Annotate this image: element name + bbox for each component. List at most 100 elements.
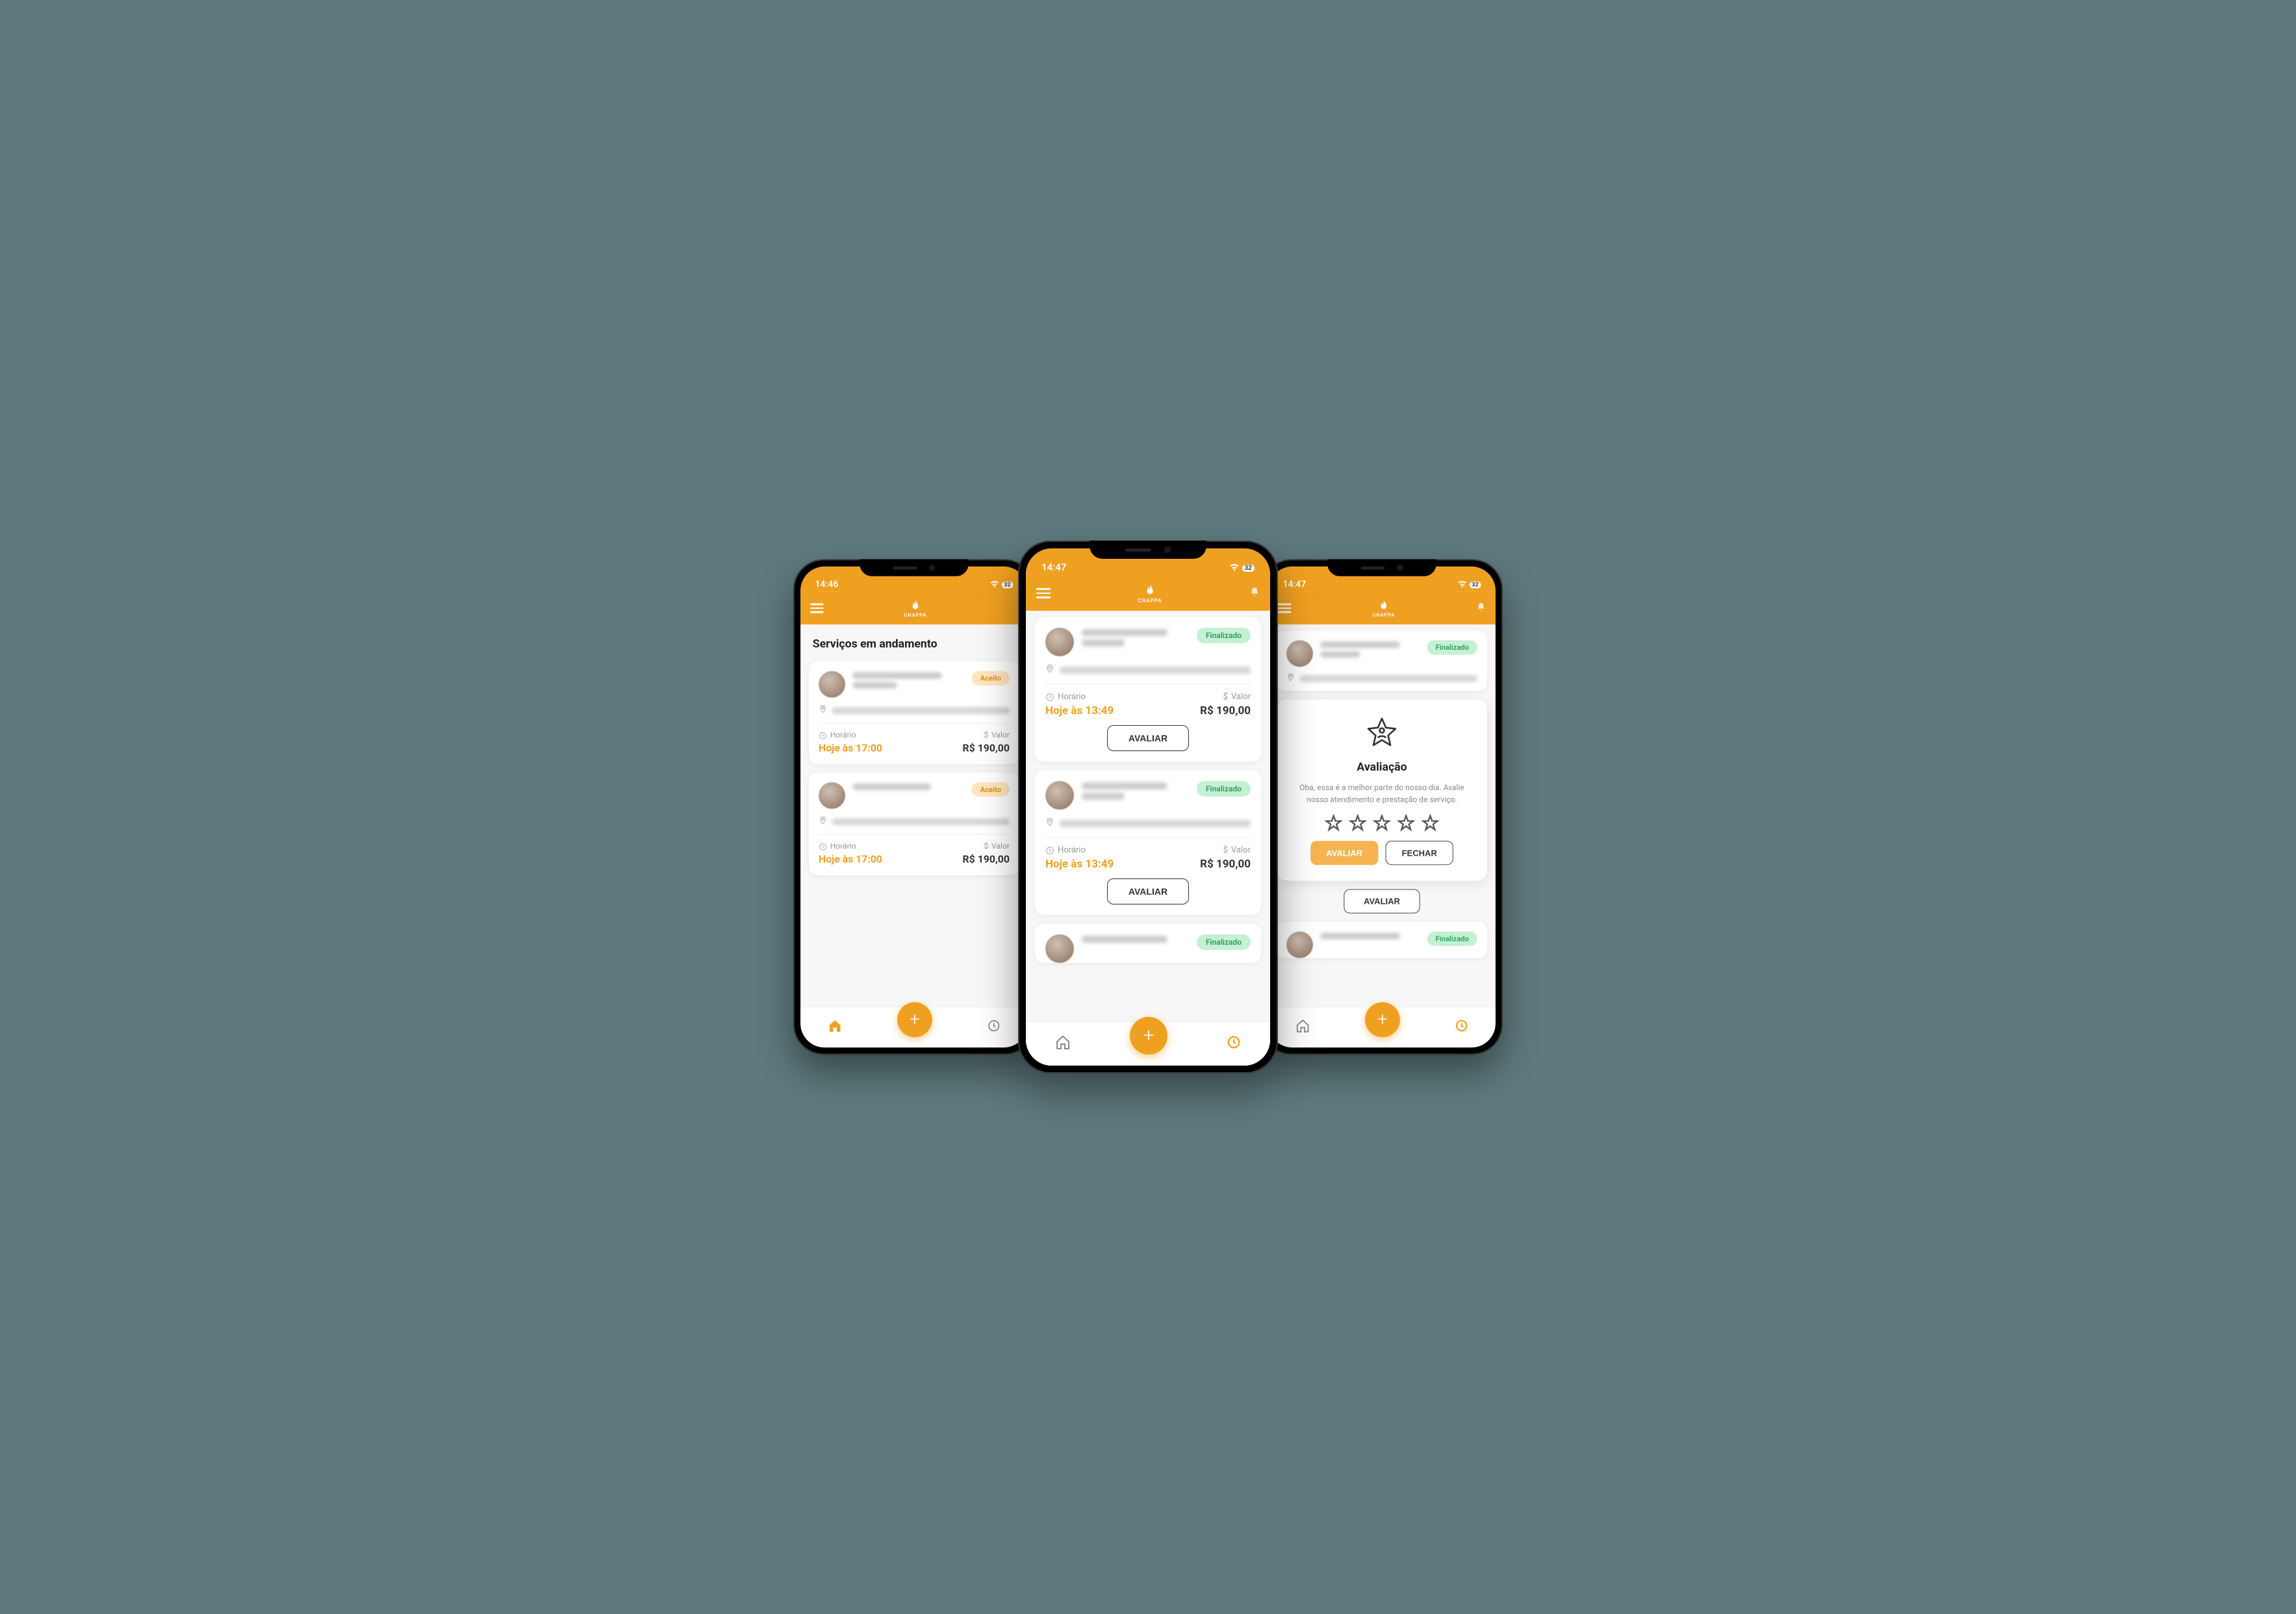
star-icon[interactable] bbox=[1373, 814, 1391, 832]
money-icon: $ bbox=[1223, 692, 1228, 702]
location-blurred bbox=[832, 818, 1010, 825]
app-logo: CHAPPA bbox=[1138, 583, 1162, 604]
bottom-nav: + bbox=[800, 1006, 1028, 1047]
pin-icon bbox=[1286, 673, 1295, 684]
rate-button[interactable]: AVALIAR bbox=[1344, 889, 1420, 913]
schedule-value: Hoje às 17:00 bbox=[819, 742, 882, 754]
phones-row: 14:46 32 CHAPPA Serviços em andamento bbox=[784, 541, 1512, 1073]
app-header: CHAPPA bbox=[800, 592, 1028, 624]
nav-home-icon[interactable] bbox=[1055, 1034, 1071, 1054]
clock-icon bbox=[1045, 846, 1054, 855]
money-icon: $ bbox=[984, 731, 989, 740]
status-icons: 32 bbox=[1229, 563, 1255, 573]
fab-add-button[interactable]: + bbox=[1365, 1002, 1400, 1037]
location-row bbox=[819, 816, 1010, 827]
location-row bbox=[819, 705, 1010, 716]
user-name-blurred bbox=[852, 782, 964, 790]
location-blurred bbox=[832, 707, 1010, 713]
user-name-blurred bbox=[1082, 628, 1189, 647]
menu-icon[interactable] bbox=[1036, 588, 1051, 598]
nav-history-icon[interactable] bbox=[1455, 1019, 1468, 1036]
menu-icon[interactable] bbox=[810, 604, 823, 613]
rate-button[interactable]: AVALIAR bbox=[1107, 725, 1189, 751]
money-icon: $ bbox=[1223, 845, 1228, 855]
status-time: 14:47 bbox=[1282, 578, 1306, 589]
pin-icon bbox=[1045, 664, 1054, 676]
price-value: R$ 190,00 bbox=[1200, 704, 1251, 717]
status-badge: Aceito bbox=[972, 671, 1010, 685]
service-card[interactable]: Finalizado Horário bbox=[1035, 617, 1261, 762]
service-card[interactable]: Finalizado bbox=[1277, 922, 1487, 958]
avatar bbox=[1045, 628, 1074, 656]
star-person-icon bbox=[1364, 715, 1400, 752]
page-title: Serviços em andamento bbox=[809, 630, 1019, 652]
content: Finalizado bbox=[1268, 624, 1496, 1047]
user-name-blurred bbox=[1320, 640, 1420, 658]
rating-stars[interactable] bbox=[1325, 814, 1440, 832]
star-icon[interactable] bbox=[1421, 814, 1439, 832]
avatar bbox=[1045, 781, 1074, 810]
avatar bbox=[1045, 934, 1074, 963]
money-icon: $ bbox=[984, 842, 989, 851]
notification-icon[interactable] bbox=[1476, 602, 1486, 615]
schedule-label: Horário bbox=[1045, 692, 1114, 702]
service-card[interactable]: Finalizado bbox=[1035, 924, 1261, 963]
notch bbox=[1327, 559, 1436, 576]
price-label: $ Valor bbox=[984, 842, 1010, 851]
nav-home-icon[interactable] bbox=[1295, 1018, 1310, 1036]
content: Finalizado Horário bbox=[1026, 611, 1270, 1066]
price-label: $ Valor bbox=[984, 731, 1010, 740]
bottom-nav: + bbox=[1268, 1006, 1496, 1047]
content: Serviços em andamento Aceito bbox=[800, 624, 1028, 1047]
battery-icon: 32 bbox=[1469, 582, 1481, 588]
price-value: R$ 190,00 bbox=[963, 854, 1010, 866]
price-value: R$ 190,00 bbox=[963, 742, 1010, 754]
app-logo: CHAPPA bbox=[1372, 599, 1395, 618]
schedule-value: Hoje às 17:00 bbox=[819, 854, 882, 866]
status-badge: Finalizado bbox=[1197, 628, 1251, 643]
close-button[interactable]: FECHAR bbox=[1385, 841, 1453, 865]
star-icon[interactable] bbox=[1349, 814, 1367, 832]
app-logo: CHAPPA bbox=[904, 599, 927, 618]
status-badge: Aceito bbox=[972, 782, 1010, 797]
service-card[interactable]: Aceito Horário bbox=[809, 773, 1019, 875]
clock-icon bbox=[819, 731, 827, 739]
status-time: 14:47 bbox=[1041, 561, 1066, 573]
star-icon[interactable] bbox=[1325, 814, 1343, 832]
nav-home-icon[interactable] bbox=[828, 1018, 842, 1036]
location-row bbox=[1286, 673, 1477, 684]
status-badge: Finalizado bbox=[1427, 640, 1477, 654]
service-card[interactable]: Finalizado bbox=[1277, 630, 1487, 691]
price-label: $ Valor bbox=[1223, 845, 1251, 855]
service-card[interactable]: Aceito Horário bbox=[809, 661, 1019, 764]
app-header: CHAPPA bbox=[1268, 592, 1496, 624]
location-row bbox=[1045, 817, 1251, 829]
nav-history-icon[interactable] bbox=[987, 1019, 1000, 1036]
rate-submit-button[interactable]: AVALIAR bbox=[1310, 841, 1378, 865]
schedule-value: Hoje às 13:49 bbox=[1045, 858, 1114, 871]
fab-add-button[interactable]: + bbox=[897, 1002, 932, 1037]
notch bbox=[860, 559, 968, 576]
pin-icon bbox=[819, 816, 827, 827]
menu-icon[interactable] bbox=[1278, 604, 1291, 613]
user-name-blurred bbox=[1320, 932, 1420, 940]
pin-icon bbox=[1045, 817, 1054, 829]
rating-modal: Avaliação Oba, essa é a melhor parte do … bbox=[1277, 699, 1487, 880]
fab-add-button[interactable]: + bbox=[1130, 1017, 1167, 1055]
price-label: $ Valor bbox=[1223, 692, 1251, 702]
user-name-blurred bbox=[852, 671, 964, 689]
app-header: CHAPPA bbox=[1026, 576, 1270, 611]
nav-history-icon[interactable] bbox=[1227, 1035, 1241, 1053]
status-badge: Finalizado bbox=[1197, 781, 1251, 797]
service-card[interactable]: Finalizado Horário bbox=[1035, 771, 1261, 915]
location-blurred bbox=[1060, 820, 1251, 827]
rate-button[interactable]: AVALIAR bbox=[1107, 878, 1189, 904]
location-blurred bbox=[1060, 667, 1251, 674]
star-icon[interactable] bbox=[1397, 814, 1415, 832]
notification-icon[interactable] bbox=[1249, 587, 1260, 600]
location-blurred bbox=[1300, 675, 1477, 682]
price-value: R$ 190,00 bbox=[1200, 858, 1251, 871]
wifi-icon bbox=[1229, 563, 1240, 573]
status-icons: 32 bbox=[989, 580, 1014, 589]
rating-body: Oba, essa é a melhor parte do nosso dia.… bbox=[1289, 782, 1475, 806]
